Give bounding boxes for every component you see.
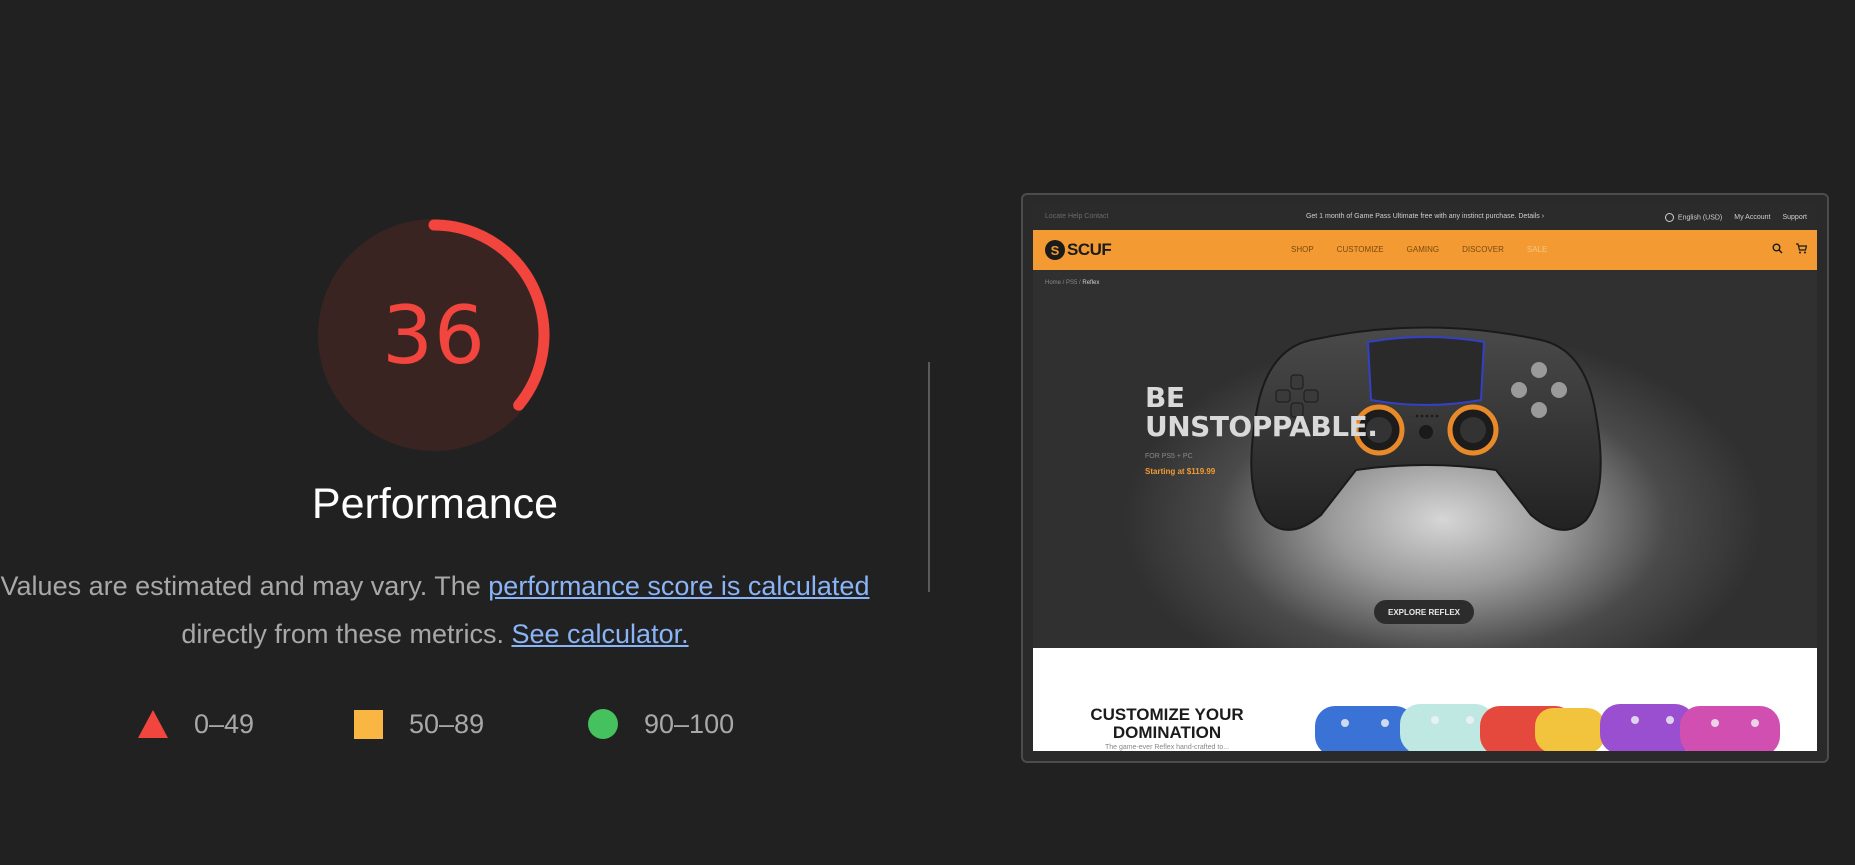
legend-range-fail: 0–49: [194, 708, 255, 739]
nav-item-shop: SHOP: [1291, 245, 1314, 254]
nav-icons: [1772, 243, 1807, 254]
nav-item-discover: DISCOVER: [1462, 245, 1504, 254]
score-gauge: 36: [318, 219, 550, 451]
nav-item-gaming: GAMING: [1406, 245, 1440, 254]
see-calculator-link[interactable]: See calculator.: [511, 619, 688, 649]
logo-badge-icon: S: [1045, 240, 1065, 260]
cart-icon: [1796, 243, 1807, 254]
scuf-logo: S SCUF: [1045, 240, 1112, 260]
circle-icon: [588, 709, 618, 739]
hero-price: Starting at $119.99: [1145, 467, 1216, 476]
search-icon: [1772, 243, 1783, 254]
my-account-link: My Account: [1734, 214, 1771, 221]
site-topbar: Locate Help Contact Get 1 month of Game …: [1033, 205, 1817, 230]
customize-title: CUSTOMIZE YOUR DOMINATION: [1090, 705, 1244, 742]
language-selector: English (USD): [1664, 213, 1722, 222]
customize-subtitle: The game-ever Reflex hand-crafted to...: [1104, 744, 1230, 751]
breadcrumb: Home / PS5 / Reflex: [1045, 280, 1100, 286]
square-icon: [354, 709, 383, 739]
explore-reflex-button: EXPLORE REFLEX: [1374, 600, 1474, 624]
controller-image: [1250, 326, 1602, 531]
score-description: Values are estimated and may vary. The p…: [0, 562, 870, 658]
topbar-right: English (USD) My Account Support: [1664, 213, 1807, 222]
legend-item-average: 50–89: [354, 700, 484, 748]
site-nav-links: SHOP CUSTOMIZE GAMING DISCOVER SALE: [1291, 245, 1547, 254]
nav-item-customize: CUSTOMIZE: [1336, 245, 1384, 254]
legend-range-pass: 90–100: [644, 708, 735, 739]
hero-title: BE UNSTOPPABLE.: [1145, 381, 1378, 443]
globe-icon: [1664, 213, 1674, 222]
legend-range-average: 50–89: [409, 708, 485, 739]
support-link: Support: [1782, 214, 1807, 221]
score-calculated-link[interactable]: performance score is calculated: [488, 571, 869, 601]
description-text-2: directly from these metrics.: [181, 619, 512, 649]
controllers-collage-image: [1315, 704, 1780, 751]
site-navbar: S SCUF SHOP CUSTOMIZE GAMING DISCOVER SA…: [1033, 230, 1817, 270]
nav-item-sale: SALE: [1526, 245, 1548, 254]
category-title: Performance: [311, 480, 559, 528]
customize-section: CUSTOMIZE YOUR DOMINATION The game-ever …: [1033, 648, 1817, 751]
legend-item-fail: 0–49: [138, 700, 254, 748]
score-value: 36: [382, 288, 486, 382]
hero-subtitle: FOR PS5 + PC: [1145, 453, 1193, 460]
hero-banner: Home / PS5 / Reflex BE UNSTOPPABLE. FOR …: [1033, 270, 1817, 648]
legend-item-pass: 90–100: [588, 700, 734, 748]
vertical-divider: [928, 362, 930, 592]
triangle-icon: [138, 710, 168, 738]
final-screenshot: Locate Help Contact Get 1 month of Game …: [1033, 205, 1817, 751]
logo-wordmark: SCUF: [1067, 240, 1112, 259]
score-legend: 0–49 50–89 90–100: [0, 700, 870, 748]
description-text: Values are estimated and may vary. The: [0, 571, 489, 601]
final-screenshot-frame: Locate Help Contact Get 1 month of Game …: [1021, 193, 1829, 763]
